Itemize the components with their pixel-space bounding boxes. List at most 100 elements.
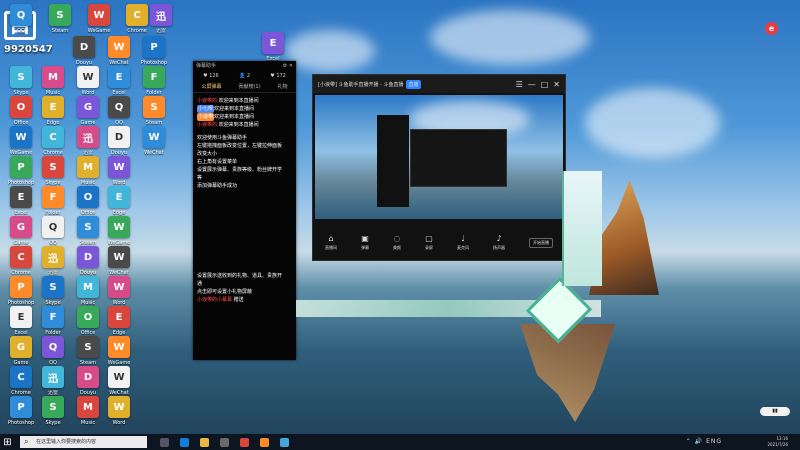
chat-header-icons[interactable]: ⚙ ✕ (283, 61, 293, 71)
system-tray-icons[interactable]: ⌃ 🔊 ENG (686, 438, 722, 445)
desktop-app-icon[interactable]: W (108, 156, 130, 178)
douyu-icon[interactable] (260, 437, 269, 447)
desktop-app-icon[interactable]: C (42, 126, 64, 148)
chat-username[interactable]: 小七呀 (197, 105, 215, 113)
stream-toolbar[interactable]: ⌂ 直播间 ▣ 弹幕 ◌ 美颜 ▢ 录屏 ♩ 麦克风 ♪ 扬声器 开始直播 (313, 229, 565, 256)
desktop-app-icon[interactable]: W (108, 396, 130, 418)
desktop-app-label[interactable]: Skype (36, 420, 70, 426)
start-live-button[interactable]: 开始直播 (529, 237, 553, 248)
chat-username[interactable]: 小浪带 (197, 113, 215, 121)
desktop-app-icon[interactable]: O (77, 306, 99, 328)
desktop-app-icon[interactable]: S (77, 336, 99, 358)
chat-username[interactable]: 小浪带的小幕幕 (197, 297, 234, 303)
store-icon[interactable] (220, 437, 229, 447)
desktop-app-icon[interactable]: C (126, 4, 148, 26)
desktop-app-icon[interactable]: E (108, 186, 130, 208)
desktop-app-label[interactable]: Music (71, 420, 105, 426)
clock[interactable]: 13:16 2021/7/26 (730, 436, 788, 448)
stream-preview[interactable] (315, 95, 563, 219)
desktop-app-icon[interactable]: P (10, 276, 32, 298)
chat-username[interactable]: 小浪带的 (197, 98, 219, 104)
desktop-app-icon[interactable]: 迅 (77, 126, 99, 148)
desktop-app-icon[interactable]: W (108, 336, 130, 358)
desktop-app-label[interactable]: WeGame (82, 28, 116, 34)
desktop-app-icon[interactable]: W (108, 366, 130, 388)
desktop-app-icon[interactable]: D (77, 366, 99, 388)
desktop-app-icon[interactable]: 迅 (150, 4, 172, 26)
chat-username[interactable]: 小浪带的 (197, 122, 219, 128)
desktop-app-icon[interactable]: W (77, 66, 99, 88)
live-stream-window[interactable]: [小浪带] 斗鱼助手直播开播 - 斗鱼直播 直播 ☰ — □ ✕ ⌂ 直播间 ▣ 弹… (312, 74, 566, 261)
desktop-app-icon[interactable]: S (42, 396, 64, 418)
desktop-app-icon[interactable]: S (77, 216, 99, 238)
desktop-app-icon[interactable]: S (42, 276, 64, 298)
desktop-app-label[interactable]: Word (102, 420, 136, 426)
desktop-app-icon[interactable]: W (108, 246, 130, 268)
close-icon[interactable]: ✕ (553, 80, 560, 89)
bottom-floating-widget[interactable]: ▮▮ (760, 407, 790, 416)
tab-danmaku[interactable]: 公屏弹幕 (201, 83, 221, 90)
desktop-app-label[interactable]: Steam (43, 28, 77, 34)
desktop-app-icon[interactable]: S (42, 156, 64, 178)
desktop-app-icon[interactable]: M (42, 66, 64, 88)
desktop-app-icon[interactable]: C (10, 366, 32, 388)
desktop-app-icon[interactable]: W (108, 276, 130, 298)
desktop-app-icon[interactable]: M (77, 156, 99, 178)
window-titlebar[interactable]: [小浪带] 斗鱼助手直播开播 - 斗鱼直播 直播 ☰ — □ ✕ (313, 75, 565, 93)
desktop-app-icon[interactable]: 迅 (42, 366, 64, 388)
desktop-app-icon[interactable]: E (262, 32, 284, 54)
desktop-app-icon[interactable]: S (49, 4, 71, 26)
desktop-app-icon[interactable]: W (108, 36, 130, 58)
desktop-app-icon[interactable]: F (42, 186, 64, 208)
desktop-app-icon[interactable]: D (108, 126, 130, 148)
desktop-app-icon[interactable]: W (88, 4, 110, 26)
desktop-app-icon[interactable]: E (108, 306, 130, 328)
toolbar-beauty-button[interactable]: ◌ 美颜 (393, 234, 401, 251)
desktop-app-icon[interactable]: O (10, 96, 32, 118)
toolbar-mic-button[interactable]: ♩ 麦克风 (457, 234, 469, 251)
toolbar-danmaku-button[interactable]: ▣ 弹幕 (361, 234, 369, 251)
toolbar-record-button[interactable]: ▢ 录屏 (425, 234, 433, 251)
desktop-app-icon[interactable]: P (10, 156, 32, 178)
minimize-icon[interactable]: — (528, 80, 536, 89)
chat-message-list[interactable]: 小浪带的 欢迎来到本直播间 小七呀 欢迎来到本直播间 小浪带 欢迎来到本直播间 小浪带… (193, 93, 296, 304)
windows-start-icon[interactable]: ⊞ (0, 435, 15, 450)
desktop-app-label[interactable]: WeChat (137, 150, 171, 156)
desktop-app-icon[interactable]: Q (42, 216, 64, 238)
danmaku-helper-panel[interactable]: 弹幕助手 ⚙ ✕ ♥ 126 👤 2 ♥ 172 公屏弹幕 贡献榜(1) 礼物 … (193, 61, 296, 360)
desktop-app-icon[interactable]: S (10, 66, 32, 88)
desktop-app-icon[interactable]: G (10, 216, 32, 238)
toolbar-speaker-button[interactable]: ♪ 扬声器 (493, 234, 505, 251)
desktop-app-icon[interactable]: G (77, 96, 99, 118)
desktop-app-icon[interactable]: P (143, 36, 165, 58)
task-view-icon[interactable] (160, 437, 169, 447)
desktop-app-icon[interactable]: O (77, 186, 99, 208)
desktop-app-icon[interactable]: F (42, 306, 64, 328)
file-explorer-icon[interactable] (200, 437, 209, 447)
desktop-app-icon[interactable]: E (108, 66, 130, 88)
toolbar-room-button[interactable]: ⌂ 直播间 (325, 234, 337, 251)
desktop-app-icon[interactable]: E (42, 96, 64, 118)
desktop-app-icon[interactable]: W (10, 126, 32, 148)
desktop-app-icon[interactable]: C (10, 246, 32, 268)
chat-tabs[interactable]: 公屏弹幕 贡献榜(1) 礼物 (193, 81, 296, 93)
desktop-app-icon[interactable]: S (143, 96, 165, 118)
desktop-app-icon[interactable]: 迅 (42, 246, 64, 268)
desktop-app-icon[interactable]: Q (108, 96, 130, 118)
desktop-app-icon[interactable]: E (10, 186, 32, 208)
taskbar-apps[interactable] (160, 437, 289, 447)
red-notification-icon[interactable]: e (765, 22, 778, 35)
desktop-app-icon[interactable]: Q (10, 4, 32, 26)
desktop-app-label[interactable]: QQ (4, 28, 38, 34)
tab-contribution[interactable]: 贡献榜(1) (238, 83, 260, 90)
desktop-app-label[interactable]: 迅雷 (144, 28, 178, 34)
desktop-app-icon[interactable]: M (77, 276, 99, 298)
tab-gifts[interactable]: 礼物 (277, 83, 287, 90)
app-icon[interactable] (280, 437, 289, 447)
desktop-app-icon[interactable]: D (73, 36, 95, 58)
desktop-app-icon[interactable]: W (143, 126, 165, 148)
desktop-app-icon[interactable]: F (143, 66, 165, 88)
desktop-app-icon[interactable]: E (10, 306, 32, 328)
desktop-app-label[interactable]: Photoshop (4, 420, 38, 426)
windows-taskbar[interactable]: ⊞ 在这里输入你要搜索的内容 ⌃ 🔊 ENG 13:16 2021/7/26 (0, 434, 800, 450)
